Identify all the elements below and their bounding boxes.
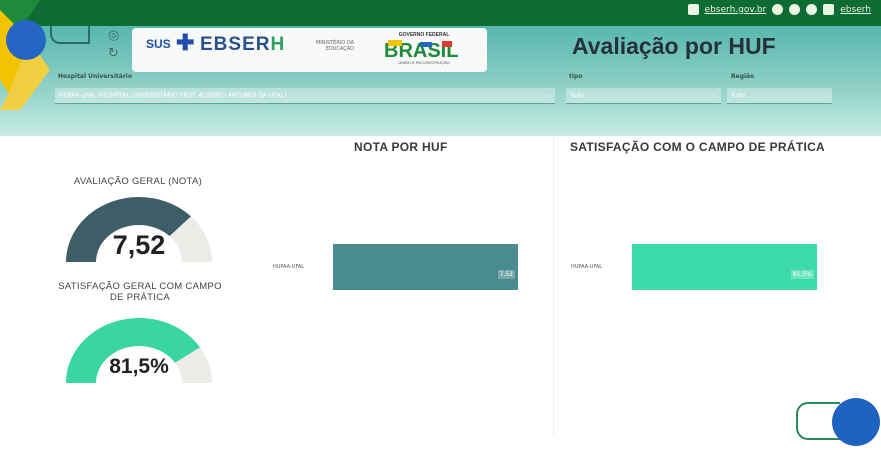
satisfacao-bar[interactable]: 81,5%	[632, 244, 817, 290]
menu-toggle-button[interactable]	[50, 26, 90, 44]
sus-logo: SUS	[146, 37, 171, 51]
governo-federal-logo: GOVERNO FEDERAL BRASIL UNIÃO E RECONSTRU…	[384, 32, 458, 65]
sus-cross-icon: ✚	[176, 30, 195, 55]
nota-bar-value: 7,52	[497, 270, 515, 279]
hospital-select[interactable]: HUPAA-UFAL (HOSPITAL UNIVERSITÁRIO PROF.…	[55, 88, 555, 104]
refresh-icon[interactable]: ↻	[108, 46, 119, 61]
nota-bar[interactable]: 7,52	[333, 244, 518, 290]
account-link[interactable]: ebserh	[840, 5, 871, 15]
tipo-filter-label: tipo	[569, 73, 583, 80]
gauge-satisfacao-label: SATISFAÇÃO GERAL COM CAMPO DE PRÁTICA	[58, 281, 222, 303]
top-banner: ebserh.gov.br ebserh	[0, 0, 881, 26]
gauge-nota-value: 7,52	[112, 230, 166, 260]
regiao-select[interactable]: Tudo ⌄	[727, 88, 832, 104]
tipo-select-value: Tudo	[570, 92, 585, 99]
tipo-select[interactable]: Tudo ⌄	[566, 88, 721, 104]
instagram-icon[interactable]	[772, 4, 784, 15]
topbar-links: ebserh.gov.br ebserh	[687, 4, 871, 15]
facebook-icon[interactable]	[789, 4, 801, 15]
social-icon[interactable]	[806, 4, 818, 15]
satisfacao-bar-category: HUPAA-UFAL	[571, 264, 603, 270]
hospital-select-value: HUPAA-UFAL (HOSPITAL UNIVERSITÁRIO PROF.…	[59, 92, 287, 99]
hospital-filter-label: Hospital Universitário	[58, 73, 132, 80]
site-link[interactable]: ebserh.gov.br	[705, 5, 767, 15]
nota-bar-category: HUPAA-UFAL	[273, 264, 305, 270]
chart-divider	[553, 136, 554, 436]
home-icon[interactable]	[687, 4, 699, 15]
satisfacao-bar-value: 81,5%	[790, 270, 814, 279]
youtube-icon[interactable]	[823, 4, 835, 15]
satisfacao-chart-title: SATISFAÇÃO COM O CAMPO DE PRÁTICA	[570, 140, 826, 154]
gov-sub-text: UNIÃO E RECONSTRUÇÃO	[398, 60, 450, 65]
nav-circle-decoration	[832, 398, 880, 446]
chevron-down-icon: ⌄	[821, 90, 828, 99]
chevron-down-icon: ⌄	[544, 90, 551, 99]
nota-chart-title: NOTA POR HUF	[354, 140, 448, 154]
chevron-down-icon: ⌄	[710, 90, 717, 99]
mec-logo: MINISTÉRIO DA EDUCAÇÃO	[315, 40, 354, 52]
regiao-filter-label: Região	[731, 73, 755, 80]
page-title: Avaliação por HUF	[572, 33, 776, 59]
regiao-select-value: Tudo	[731, 92, 746, 99]
flag-corner-decoration	[0, 0, 50, 110]
gauge-nota-label: AVALIAÇÃO GERAL (NOTA)	[73, 176, 203, 187]
gauge-satisfacao-value: 81,5%	[109, 355, 169, 378]
settings-icon[interactable]: ◎	[108, 28, 119, 43]
gov-federal-text: GOVERNO FEDERAL	[399, 32, 450, 38]
ebserh-logo: EBSERH	[200, 34, 286, 55]
